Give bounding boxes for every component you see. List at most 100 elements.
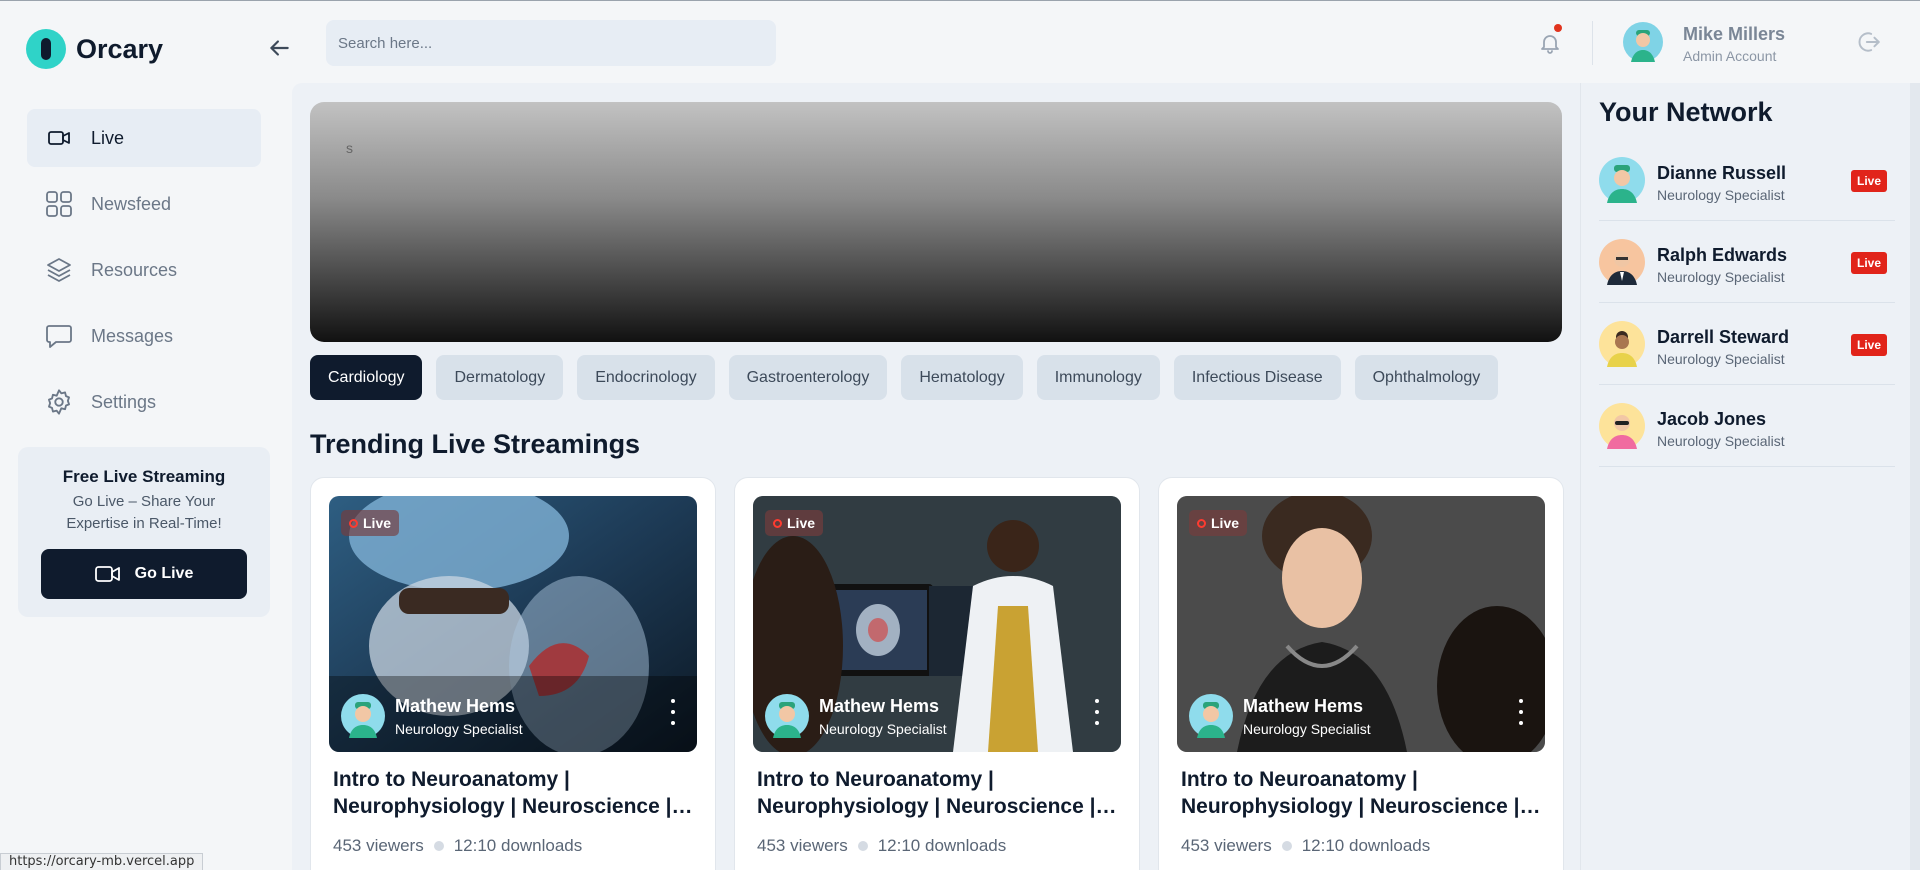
stream-title-line: Neurophysiology | Neuroscience | Medicin…: [333, 795, 693, 818]
bell-icon[interactable]: [1538, 30, 1562, 56]
logout-icon[interactable]: [1856, 29, 1882, 55]
chat-icon: [45, 322, 73, 350]
category-chip[interactable]: Dermatology: [436, 355, 564, 400]
go-live-promo: Free Live Streaming Go Live – Share Your…: [18, 447, 270, 617]
separator-dot: [433, 841, 444, 851]
person-role: Neurology Specialist: [1657, 433, 1785, 449]
stream-title[interactable]: Intro to Neuroanatomy | Neurophysiology |…: [1181, 766, 1541, 820]
stream-thumbnail[interactable]: Live Mathew Hems Neurology Specialist: [753, 496, 1121, 752]
live-dot-icon: [349, 518, 358, 528]
person-role: Neurology Specialist: [1657, 187, 1785, 203]
separator-dot: [1281, 841, 1292, 851]
main-content: s Cardiology Dermatology Endocrinology G…: [292, 83, 1580, 870]
host-name: Mathew Hems: [395, 696, 516, 716]
network-title: Your Network: [1599, 97, 1773, 127]
viewers-count: 453 viewers: [1181, 836, 1272, 855]
host-role: Neurology Specialist: [395, 721, 523, 737]
viewers-count: 453 viewers: [333, 836, 424, 855]
sidebar-item-settings[interactable]: Settings: [27, 373, 261, 431]
sidebar: Live Newsfeed Resources Messages Setting…: [0, 83, 290, 870]
category-chip[interactable]: Hematology: [901, 355, 1023, 400]
go-live-button[interactable]: Go Live: [41, 549, 247, 599]
person-name: Darrell Steward: [1657, 327, 1790, 347]
stream-stats: 453 viewers 12:10 downloads: [757, 836, 1006, 856]
category-chip[interactable]: Gastroenterology: [728, 355, 888, 400]
category-chip[interactable]: Infectious Disease: [1173, 355, 1341, 400]
live-badge: Live: [1851, 334, 1887, 356]
stream-thumbnail[interactable]: Live Mathew Hems Neurology Specialist: [329, 496, 697, 752]
stream-title-line: Intro to Neuroanatomy |: [333, 768, 570, 791]
promo-subtitle: Go Live – Share Your Expertise in Real-T…: [66, 493, 222, 532]
host-avatar: [1189, 694, 1233, 738]
grid-icon: [45, 190, 73, 218]
banner-text: s: [346, 140, 353, 156]
category-chip[interactable]: Endocrinology: [577, 355, 715, 400]
host-role: Neurology Specialist: [1243, 721, 1371, 737]
notification-dot: [1554, 24, 1562, 32]
category-chip[interactable]: Ophthalmology: [1354, 355, 1499, 400]
arrow-left-icon[interactable]: [266, 35, 292, 61]
live-label: Live: [1211, 515, 1240, 531]
user-avatar[interactable]: [1623, 22, 1663, 62]
downloads-count: 12:10 downloads: [1301, 836, 1431, 855]
search-input[interactable]: [326, 20, 776, 66]
sidebar-item-live[interactable]: Live: [27, 109, 261, 167]
live-badge: Live: [1851, 252, 1887, 274]
live-badge: Live: [765, 510, 824, 536]
live-badge: Live: [1851, 170, 1887, 192]
category-chip[interactable]: Immunology: [1036, 355, 1160, 400]
sidebar-item-messages[interactable]: Messages: [27, 307, 261, 365]
divider: [1592, 21, 1593, 65]
sidebar-item-resources[interactable]: Resources: [27, 241, 261, 299]
stream-card[interactable]: Live Mathew Hems Neurology Specialist In…: [310, 477, 716, 870]
hero-banner[interactable]: s: [310, 102, 1562, 342]
status-bar-url: https://orcary-mb.vercel.app: [0, 853, 204, 870]
person-role: Neurology Specialist: [1657, 351, 1785, 367]
gear-icon: [45, 388, 73, 416]
person-name: Dianne Russell: [1657, 163, 1787, 183]
sidebar-item-newsfeed[interactable]: Newsfeed: [27, 175, 261, 233]
stream-title[interactable]: Intro to Neuroanatomy | Neurophysiology |…: [757, 766, 1117, 820]
downloads-count: 12:10 downloads: [453, 836, 583, 855]
more-options-icon[interactable]: [1087, 696, 1107, 728]
stream-title[interactable]: Intro to Neuroanatomy | Neurophysiology |…: [333, 766, 693, 820]
viewers-count: 453 viewers: [757, 836, 848, 855]
sidebar-item-label: Messages: [91, 325, 174, 346]
host-name: Mathew Hems: [819, 696, 940, 716]
stream-card[interactable]: Live Mathew Hems Neurology Specialist In…: [1158, 477, 1564, 870]
network-panel: Your Network Dianne Russell Neurology Sp…: [1580, 83, 1920, 870]
network-person[interactable]: Ralph Edwards Neurology Specialist Live: [1599, 221, 1895, 303]
more-options-icon[interactable]: [1511, 696, 1531, 728]
more-options-icon[interactable]: [663, 696, 683, 728]
category-chip[interactable]: Cardiology: [310, 355, 423, 400]
section-title: Trending Live Streamings: [310, 429, 641, 459]
app-logo[interactable]: Orcary: [26, 29, 163, 69]
scrollbar[interactable]: [1910, 83, 1920, 870]
person-name: Jacob Jones: [1657, 409, 1767, 429]
downloads-count: 12:10 downloads: [877, 836, 1007, 855]
sidebar-item-label: Settings: [91, 391, 157, 412]
person-avatar: [1599, 403, 1645, 449]
stream-card[interactable]: Live Mathew Hems Neurology Specialist In…: [734, 477, 1140, 870]
person-name: Ralph Edwards: [1657, 245, 1788, 265]
network-person[interactable]: Darrell Steward Neurology Specialist Liv…: [1599, 303, 1895, 385]
network-person[interactable]: Dianne Russell Neurology Specialist Live: [1599, 139, 1895, 221]
sidebar-item-label: Resources: [91, 259, 178, 280]
person-role: Neurology Specialist: [1657, 269, 1785, 285]
video-icon: [94, 566, 120, 582]
live-dot-icon: [773, 518, 782, 528]
live-dot-icon: [1197, 518, 1206, 528]
stream-title-line: Intro to Neuroanatomy |: [1181, 768, 1418, 791]
person-avatar: [1599, 321, 1645, 367]
app-name: Orcary: [76, 33, 164, 64]
host-name: Mathew Hems: [1243, 696, 1364, 716]
stream-stats: 453 viewers 12:10 downloads: [1181, 836, 1430, 856]
live-badge: Live: [341, 510, 400, 536]
network-person[interactable]: Jacob Jones Neurology Specialist: [1599, 385, 1895, 467]
go-live-label: Go Live: [134, 565, 194, 582]
live-label: Live: [363, 515, 392, 531]
logo-mark-icon: [26, 29, 66, 69]
stream-thumbnail[interactable]: Live Mathew Hems Neurology Specialist: [1177, 496, 1545, 752]
live-badge: Live: [1189, 510, 1248, 536]
video-icon: [45, 124, 73, 152]
